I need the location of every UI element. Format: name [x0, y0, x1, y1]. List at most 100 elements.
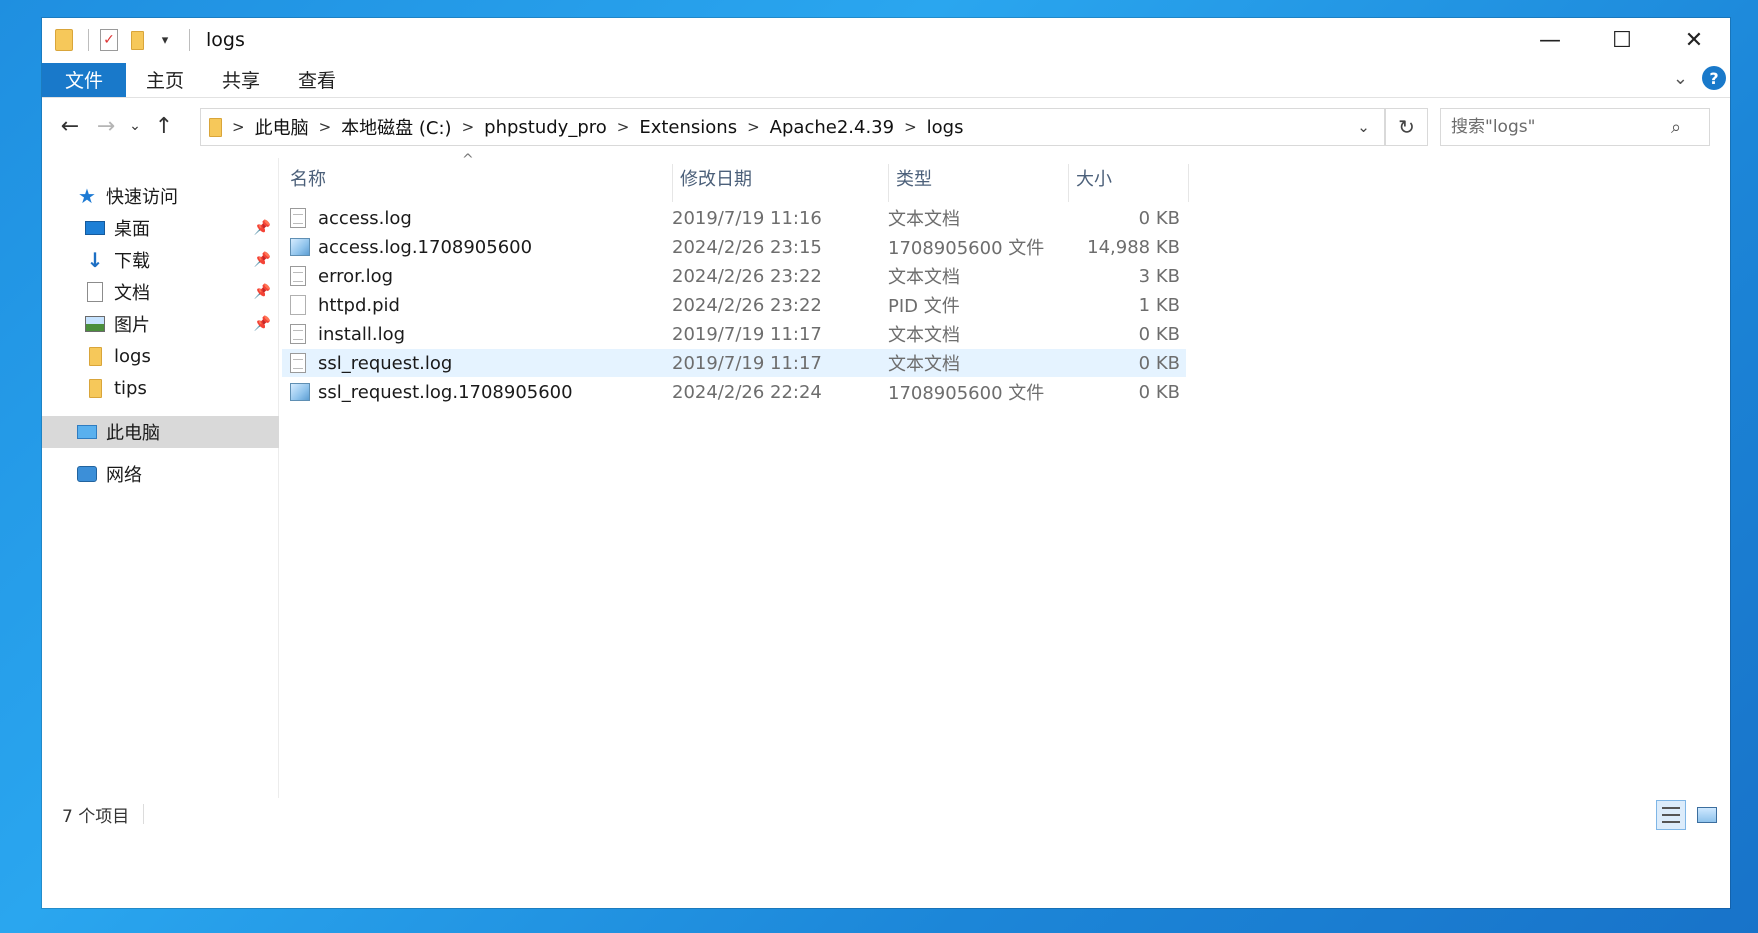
file-row[interactable]: ssl_request.log.1708905600 2024/2/26 22:… — [282, 378, 1186, 406]
column-header-label: 修改日期 — [680, 169, 752, 190]
file-row-selected[interactable]: ssl_request.log 2019/7/19 11:17 文本文档 0 K… — [282, 349, 1186, 377]
sidebar-item-documents[interactable]: 文档 📌 — [42, 276, 279, 308]
search-input[interactable] — [1441, 117, 1671, 137]
breadcrumb-local-disk[interactable]: 本地磁盘 (C:) — [341, 114, 451, 140]
search-icon[interactable]: ⌕ — [1671, 117, 1681, 138]
file-date: 2019/7/19 11:17 — [672, 323, 822, 345]
explorer-window: ✓ ▾ logs — ☐ ✕ 文件 主页 共享 查看 ⌄ ? ← → ⌄ ↑ >… — [42, 18, 1730, 908]
toolbar-divider — [189, 29, 190, 51]
file-list: 名称 ^ 修改日期 类型 大小 access.log 2019/7/19 11:… — [282, 152, 1722, 798]
address-history-chevron-down-icon[interactable]: ⌄ — [1343, 109, 1385, 145]
document-icon — [84, 281, 106, 303]
breadcrumb-logs[interactable]: logs — [927, 117, 964, 138]
tab-share[interactable]: 共享 — [204, 63, 278, 97]
sidebar-item-quick-access[interactable]: ★ 快速访问 — [42, 180, 279, 212]
breadcrumb-extensions[interactable]: Extensions — [639, 117, 737, 138]
maximize-button[interactable]: ☐ — [1586, 18, 1658, 62]
sidebar-item-desktop[interactable]: 桌面 📌 — [42, 212, 279, 244]
view-switcher — [1650, 800, 1722, 830]
title-bar: ✓ ▾ logs — ☐ ✕ — [42, 18, 1730, 62]
recent-locations-button[interactable]: ⌄ — [124, 108, 146, 144]
back-button[interactable]: ← — [52, 108, 88, 144]
pin-icon[interactable]: 📌 — [254, 284, 271, 300]
file-row[interactable]: install.log 2019/7/19 11:17 文本文档 0 KB — [282, 320, 1186, 348]
breadcrumb-apache[interactable]: Apache2.4.39 — [770, 117, 894, 138]
refresh-button[interactable]: ↻ — [1386, 108, 1428, 146]
sidebar-item-this-pc[interactable]: 此电脑 — [42, 416, 279, 448]
window-title: logs — [206, 29, 245, 51]
file-row[interactable]: error.log 2024/2/26 23:22 文本文档 3 KB — [282, 262, 1186, 290]
ribbon-right-controls: ⌄ ? — [1673, 66, 1726, 90]
file-row[interactable]: access.log 2019/7/19 11:16 文本文档 0 KB — [282, 204, 1186, 232]
column-header-type[interactable]: 类型 — [888, 158, 1068, 198]
new-folder-icon[interactable] — [125, 25, 149, 55]
breadcrumb-chevron-icon[interactable]: > — [462, 118, 475, 136]
file-size: 3 KB — [1138, 265, 1180, 287]
forward-button[interactable]: → — [88, 108, 124, 144]
breadcrumb-chevron-icon[interactable]: > — [232, 118, 245, 136]
large-icons-view-button[interactable] — [1692, 800, 1722, 830]
sidebar-item-logs[interactable]: logs — [42, 340, 279, 372]
file-name: httpd.pid — [318, 294, 400, 316]
properties-icon[interactable]: ✓ — [97, 25, 121, 55]
file-type: 1708905600 文件 — [888, 238, 1045, 259]
details-view-button[interactable] — [1656, 800, 1686, 830]
file-name: install.log — [318, 323, 406, 345]
close-button[interactable]: ✕ — [1658, 18, 1730, 62]
tab-home[interactable]: 主页 — [128, 63, 202, 97]
generic-file-icon — [290, 383, 310, 401]
ribbon-tabs: 文件 主页 共享 查看 ⌄ ? — [42, 62, 1730, 98]
sidebar-item-tips[interactable]: tips — [42, 372, 279, 404]
up-button[interactable]: ↑ — [146, 108, 182, 144]
search-box[interactable]: ⌕ — [1440, 108, 1710, 146]
customize-toolbar-icon[interactable]: ▾ — [153, 25, 177, 55]
file-name: ssl_request.log.1708905600 — [318, 381, 573, 403]
address-bar[interactable]: > 此电脑 > 本地磁盘 (C:) > phpstudy_pro > Exten… — [200, 108, 1386, 146]
details-view-icon — [1662, 807, 1680, 823]
file-type: 文本文档 — [888, 209, 960, 230]
breadcrumb-this-pc[interactable]: 此电脑 — [255, 114, 309, 140]
file-size: 0 KB — [1138, 352, 1180, 374]
breadcrumb-chevron-icon[interactable]: > — [319, 118, 332, 136]
toolbar-divider — [88, 29, 89, 51]
sidebar-item-network[interactable]: 网络 — [42, 458, 279, 490]
pin-icon[interactable]: 📌 — [254, 252, 271, 268]
file-row[interactable]: httpd.pid 2024/2/26 23:22 PID 文件 1 KB — [282, 291, 1186, 319]
expand-ribbon-icon[interactable]: ⌄ — [1673, 68, 1688, 89]
sidebar-item-label: 图片 — [114, 315, 150, 336]
file-type: 1708905600 文件 — [888, 383, 1045, 404]
sidebar-item-pictures[interactable]: 图片 📌 — [42, 308, 279, 340]
column-divider[interactable] — [1188, 164, 1189, 202]
generic-file-icon — [290, 238, 310, 256]
column-header-size[interactable]: 大小 — [1068, 158, 1188, 198]
tab-view[interactable]: 查看 — [280, 63, 354, 97]
breadcrumb-phpstudy[interactable]: phpstudy_pro — [484, 117, 607, 138]
item-count: 7 个项目 — [62, 806, 130, 827]
column-header-date[interactable]: 修改日期 — [672, 158, 888, 198]
tab-file[interactable]: 文件 — [42, 62, 126, 97]
sidebar-item-downloads[interactable]: ↓ 下载 📌 — [42, 244, 279, 276]
help-icon[interactable]: ? — [1702, 66, 1726, 90]
download-icon: ↓ — [86, 248, 104, 272]
breadcrumb-chevron-icon[interactable]: > — [904, 118, 917, 136]
file-date: 2019/7/19 11:16 — [672, 207, 822, 229]
navigation-bar: ← → ⌄ ↑ > 此电脑 > 本地磁盘 (C:) > phpstudy_pro… — [42, 98, 1730, 154]
file-row[interactable]: access.log.1708905600 2024/2/26 23:15 17… — [282, 233, 1186, 261]
sidebar-item-label: 文档 — [114, 283, 150, 304]
column-header-name[interactable]: 名称 ^ — [282, 152, 672, 198]
breadcrumb-chevron-icon[interactable]: > — [617, 118, 630, 136]
breadcrumb-chevron-icon[interactable]: > — [747, 118, 760, 136]
file-date: 2019/7/19 11:17 — [672, 352, 822, 374]
folder-icon — [209, 117, 222, 137]
status-bar: 7 个项目 — [42, 798, 1730, 830]
pictures-icon — [84, 313, 106, 335]
file-type: 文本文档 — [888, 267, 960, 288]
folder-icon[interactable] — [52, 25, 76, 55]
pin-icon[interactable]: 📌 — [254, 316, 271, 332]
pin-icon[interactable]: 📌 — [254, 220, 271, 236]
window-controls: — ☐ ✕ — [1514, 18, 1730, 62]
text-file-icon — [290, 324, 306, 344]
file-size: 14,988 KB — [1087, 236, 1180, 258]
computer-icon — [76, 421, 98, 443]
minimize-button[interactable]: — — [1514, 18, 1586, 62]
